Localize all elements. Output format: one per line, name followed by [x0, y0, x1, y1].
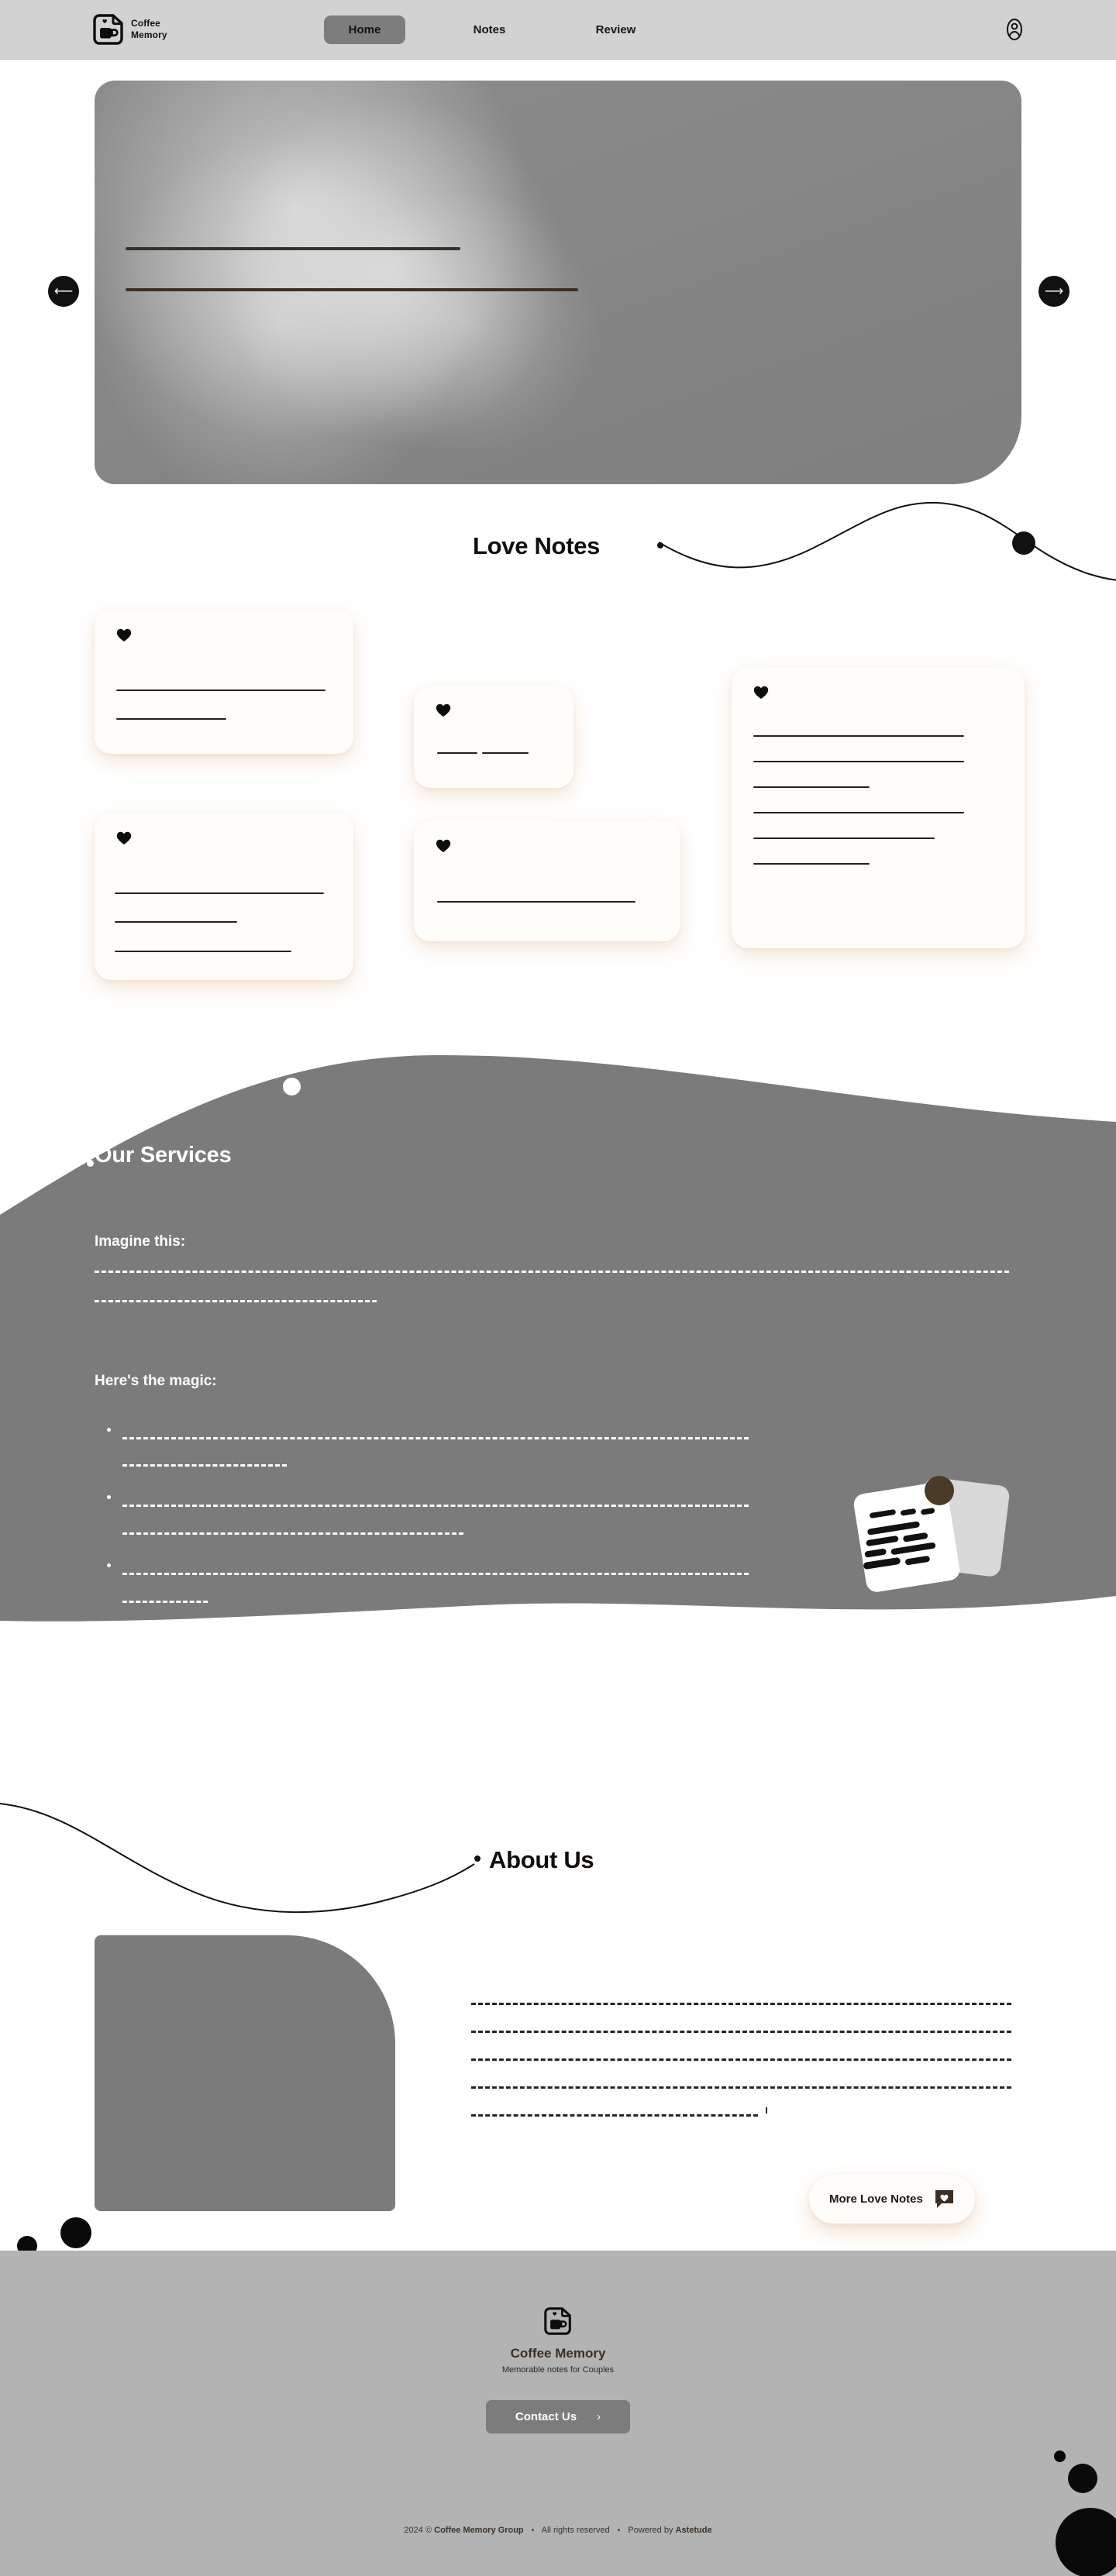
brand-name: Coffee Memory [131, 18, 167, 41]
contact-us-button[interactable]: Contact Us › [485, 2400, 631, 2433]
decor-dot [1054, 2450, 1066, 2462]
decor-dot [60, 2217, 91, 2248]
sticky-notes-illustration-icon [849, 1464, 1027, 1611]
services-skeleton-line [122, 1601, 208, 1603]
powered-by-name: Astetude [675, 2526, 712, 2535]
copyright-rights: All rights reserved [541, 2526, 610, 2535]
services-skeleton-line [122, 1573, 749, 1575]
more-love-notes-button[interactable]: More Love Notes [809, 2175, 975, 2223]
about-skeleton-line [471, 2031, 1011, 2033]
chevron-right-icon: › [597, 2410, 601, 2423]
brand-line-2: Memory [131, 29, 167, 40]
decor-circle [60, 1044, 105, 1089]
hero-skeleton-line [126, 247, 460, 250]
section-title-about-us: About Us [489, 1846, 594, 1873]
note-skeleton-line [437, 752, 477, 754]
about-image-placeholder [95, 1935, 395, 2211]
decor-circle [283, 1078, 301, 1095]
note-skeleton-line [482, 752, 529, 754]
decor-circle [952, 1682, 966, 1696]
services-skeleton-line [122, 1437, 749, 1439]
note-skeleton-line [116, 690, 326, 691]
our-services-section: Our Services Imagine this: Here's the ma… [0, 1007, 1116, 1782]
arrow-right-icon[interactable]: ⟶ [1038, 276, 1070, 307]
note-skeleton-line [753, 812, 964, 813]
footer-content: Coffee Memory Memorable notes for Couple… [0, 2251, 1116, 2433]
note-skeleton-line [115, 892, 324, 894]
site-header: Coffee Memory Home Notes Review [0, 0, 1116, 60]
services-skeleton-line [122, 1505, 749, 1507]
page-title-love-notes: Love Notes [473, 532, 601, 559]
contact-us-label: Contact Us [515, 2410, 577, 2423]
copyright-year: 2024 © [404, 2526, 432, 2535]
note-skeleton-line [753, 761, 964, 762]
decor-dot [1068, 2464, 1097, 2493]
services-skeleton-line [95, 1271, 1009, 1273]
title-dot [474, 1855, 480, 1862]
decor-wavy-line [0, 1803, 475, 1914]
main-nav: Home Notes Review [324, 15, 656, 44]
more-love-notes-label: More Love Notes [829, 2193, 923, 2206]
magic-heading: Here's the magic: [95, 1373, 217, 1389]
note-card[interactable] [95, 813, 353, 980]
arrow-left-icon[interactable]: ⟵ [48, 276, 79, 307]
copyright-bar: 2024 © Coffee Memory Group • All rights … [0, 2526, 1116, 2535]
note-skeleton-line [753, 863, 870, 865]
about-skeleton-line [471, 2058, 1011, 2061]
hero-skeleton-line [126, 288, 578, 291]
separator-dot: • [617, 2526, 621, 2535]
chat-heart-icon [934, 2189, 955, 2210]
note-skeleton-line [753, 735, 964, 737]
note-card[interactable] [732, 667, 1025, 948]
decor-circle [992, 1681, 1031, 1720]
nav-item-notes[interactable]: Notes [449, 15, 530, 44]
note-skeleton-line [115, 921, 237, 923]
about-skeleton-line [471, 2003, 1011, 2005]
note-skeleton-line [437, 901, 636, 903]
coffee-note-logo-icon [544, 2306, 572, 2336]
user-account-icon[interactable] [1003, 18, 1026, 41]
note-skeleton-line [753, 837, 935, 839]
love-notes-grid [0, 600, 1116, 1003]
separator-dot: • [531, 2526, 535, 2535]
hero-image-placeholder [95, 81, 1021, 484]
note-card[interactable] [414, 820, 680, 941]
decor-dot [1056, 2508, 1116, 2576]
brand-line-1: Coffee [131, 18, 160, 29]
heart-icon [436, 839, 451, 853]
heart-icon [436, 703, 451, 717]
about-skeleton-line [471, 2114, 758, 2117]
list-bullet [107, 1495, 111, 1499]
heart-icon [116, 628, 132, 642]
about-skeleton-line [471, 2086, 1011, 2089]
note-skeleton-line [753, 786, 870, 788]
list-bullet [107, 1563, 111, 1567]
copyright-company: Coffee Memory Group [434, 2526, 524, 2535]
note-skeleton-line [116, 718, 226, 720]
hero-carousel: ⟵ ⟶ [0, 81, 1116, 555]
page-root: Coffee Memory Home Notes Review ⟵ ⟶ Love… [0, 0, 1116, 2576]
heart-icon [753, 686, 769, 700]
footer-brand-name: Coffee Memory [510, 2346, 606, 2361]
coffee-note-logo-icon [93, 13, 124, 46]
note-skeleton-line [115, 951, 291, 952]
decor-wavy-line [659, 501, 1116, 581]
section-title-our-services: Our Services [95, 1143, 232, 1168]
list-bullet [107, 1428, 111, 1432]
brand-logo[interactable]: Coffee Memory [93, 13, 167, 46]
about-skeleton-tick [766, 2107, 767, 2113]
imagine-heading: Imagine this: [95, 1233, 186, 1250]
note-card[interactable] [95, 610, 353, 754]
note-card[interactable] [414, 686, 574, 788]
services-skeleton-line [122, 1464, 287, 1467]
nav-item-review[interactable]: Review [575, 15, 656, 44]
title-dot [87, 1160, 94, 1167]
nav-item-home[interactable]: Home [324, 15, 405, 44]
heart-icon [116, 831, 132, 845]
services-skeleton-line [95, 1300, 377, 1302]
services-skeleton-line [122, 1532, 463, 1535]
services-wave-background [0, 1054, 1116, 1622]
footer-tagline: Memorable notes for Couples [501, 2365, 615, 2375]
powered-by-prefix: Powered by [628, 2526, 673, 2535]
